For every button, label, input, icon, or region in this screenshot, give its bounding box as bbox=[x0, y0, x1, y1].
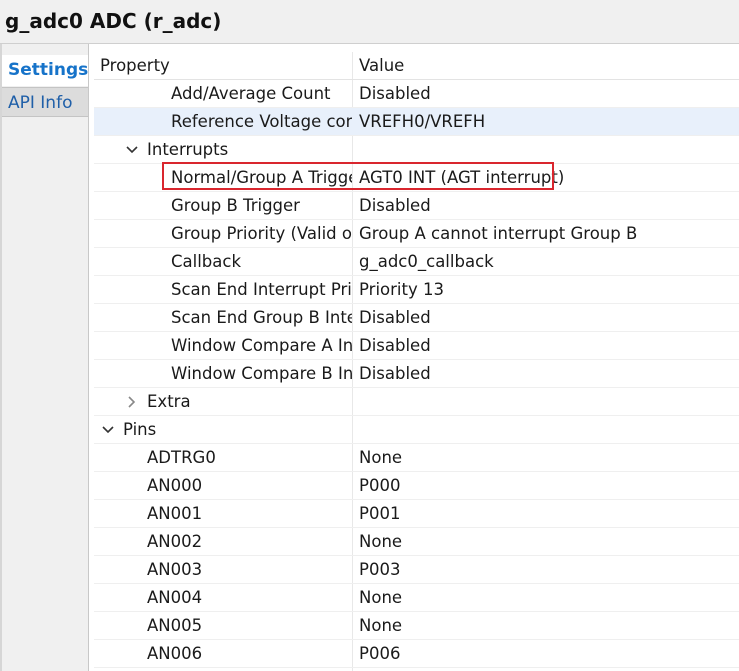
property-label: AN004 bbox=[147, 588, 203, 607]
table-row[interactable]: AN001 P001 bbox=[94, 500, 739, 528]
tab-bar-edge bbox=[0, 44, 2, 671]
property-label: Group Priority (Valid or bbox=[171, 224, 352, 243]
property-header-label: Property bbox=[100, 56, 170, 75]
tree-group-row[interactable]: Extra bbox=[94, 388, 739, 416]
property-label: AN006 bbox=[147, 644, 203, 663]
property-label: AN000 bbox=[147, 476, 203, 495]
property-value[interactable]: Disabled bbox=[359, 332, 431, 359]
table-row-selected[interactable]: Reference Voltage cont VREFH0/VREFH bbox=[94, 108, 739, 136]
group-label: Extra bbox=[147, 392, 191, 411]
property-label: Window Compare A Int bbox=[171, 336, 352, 355]
property-label: Reference Voltage cont bbox=[171, 112, 352, 131]
table-row[interactable]: Group B Trigger Disabled bbox=[94, 192, 739, 220]
table-row[interactable]: Scan End Group B Inter Disabled bbox=[94, 304, 739, 332]
property-label: Window Compare B Int bbox=[171, 364, 352, 383]
property-column-header[interactable]: Property bbox=[94, 52, 352, 79]
property-value[interactable]: Disabled bbox=[359, 192, 431, 219]
table-row[interactable]: Group Priority (Valid or Group A cannot … bbox=[94, 220, 739, 248]
property-value[interactable]: Group A cannot interrupt Group B bbox=[359, 220, 637, 247]
property-label: Callback bbox=[171, 252, 242, 271]
property-value[interactable]: g_adc0_callback bbox=[359, 248, 494, 275]
chevron-down-icon[interactable] bbox=[125, 143, 139, 157]
properties-table: Property Value Add/Average Count Disable… bbox=[94, 44, 739, 671]
property-value[interactable]: P001 bbox=[359, 500, 400, 527]
property-value[interactable]: Priority 13 bbox=[359, 276, 444, 303]
table-row[interactable]: Window Compare A Int Disabled bbox=[94, 332, 739, 360]
property-value[interactable]: None bbox=[359, 528, 402, 555]
property-label: Add/Average Count bbox=[171, 84, 331, 103]
chevron-right-icon[interactable] bbox=[125, 395, 139, 409]
property-value[interactable]: Disabled bbox=[359, 360, 431, 387]
table-row[interactable]: Normal/Group A Trigge AGT0 INT (AGT inte… bbox=[94, 164, 739, 192]
property-label: ADTRG0 bbox=[147, 448, 216, 467]
vertical-tab-bar: Settings API Info bbox=[0, 44, 89, 671]
table-row[interactable]: AN002 None bbox=[94, 528, 739, 556]
table-row[interactable]: Window Compare B Int Disabled bbox=[94, 360, 739, 388]
property-label: Normal/Group A Trigge bbox=[171, 168, 352, 187]
table-row[interactable]: AN005 None bbox=[94, 612, 739, 640]
property-value[interactable]: Disabled bbox=[359, 304, 431, 331]
table-row[interactable]: AN006 P006 bbox=[94, 640, 739, 668]
property-value[interactable]: Disabled bbox=[359, 80, 431, 107]
property-label: AN001 bbox=[147, 504, 203, 523]
table-row[interactable]: Callback g_adc0_callback bbox=[94, 248, 739, 276]
editor-title-bar: g_adc0 ADC (r_adc) bbox=[0, 0, 739, 44]
property-label: Scan End Interrupt Prio bbox=[171, 280, 352, 299]
property-label: AN005 bbox=[147, 616, 203, 635]
property-value[interactable]: P003 bbox=[359, 556, 400, 583]
table-row[interactable]: AN004 None bbox=[94, 584, 739, 612]
tree-group-row[interactable]: Interrupts bbox=[94, 136, 739, 164]
group-label: Pins bbox=[123, 420, 157, 439]
property-value[interactable]: None bbox=[359, 584, 402, 611]
property-value[interactable]: P000 bbox=[359, 472, 400, 499]
tab-settings[interactable]: Settings bbox=[2, 55, 88, 86]
property-value[interactable]: None bbox=[359, 612, 402, 639]
table-row[interactable]: Add/Average Count Disabled bbox=[94, 80, 739, 108]
table-header-row: Property Value bbox=[94, 52, 739, 80]
property-label: Scan End Group B Inter bbox=[171, 308, 352, 327]
property-value[interactable]: None bbox=[359, 444, 402, 471]
tab-api-info[interactable]: API Info bbox=[2, 87, 88, 117]
property-value[interactable]: P006 bbox=[359, 640, 400, 667]
tree-group-row[interactable]: Pins bbox=[94, 416, 739, 444]
table-row[interactable]: AN000 P000 bbox=[94, 472, 739, 500]
property-value[interactable]: AGT0 INT (AGT interrupt) bbox=[359, 164, 564, 191]
table-row[interactable]: AN003 P003 bbox=[94, 556, 739, 584]
property-label: Group B Trigger bbox=[171, 196, 300, 215]
property-label: AN003 bbox=[147, 560, 203, 579]
group-label: Interrupts bbox=[147, 140, 229, 159]
value-column-header[interactable]: Value bbox=[359, 52, 737, 79]
chevron-down-icon[interactable] bbox=[101, 423, 115, 437]
value-header-label: Value bbox=[359, 56, 405, 75]
table-row[interactable]: ADTRG0 None bbox=[94, 444, 739, 472]
page-title: g_adc0 ADC (r_adc) bbox=[5, 9, 222, 33]
property-value[interactable]: VREFH0/VREFH bbox=[359, 108, 485, 135]
property-label: AN002 bbox=[147, 532, 203, 551]
table-row[interactable]: Scan End Interrupt Prio Priority 13 bbox=[94, 276, 739, 304]
